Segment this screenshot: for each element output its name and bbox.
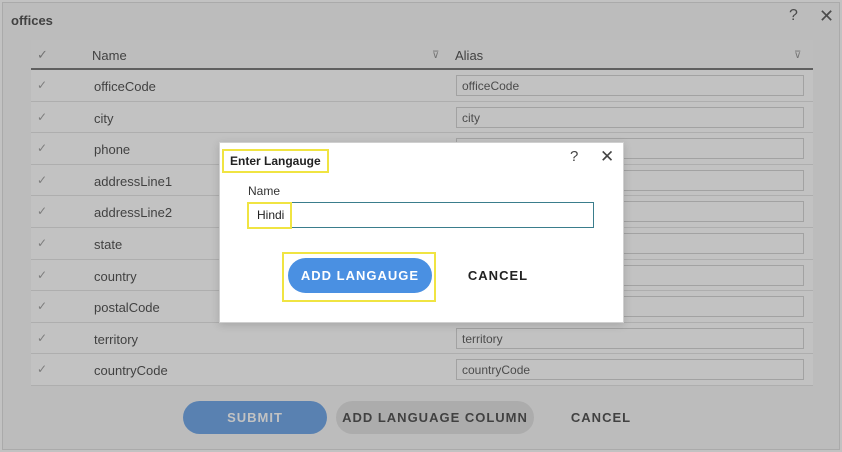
dialog-title: Enter Langauge [222, 149, 329, 173]
dialog-help-icon[interactable]: ? [570, 148, 578, 165]
add-language-button[interactable]: ADD LANGAUGE [288, 258, 432, 293]
enter-language-dialog: Enter Langauge ? ✕ Name ADD LANGAUGE CAN… [219, 142, 624, 323]
dialog-close-icon[interactable]: ✕ [600, 147, 614, 167]
dialog-cancel-button[interactable]: CANCEL [458, 258, 538, 293]
language-name-input[interactable] [247, 202, 594, 228]
name-field-label: Name [248, 184, 281, 198]
